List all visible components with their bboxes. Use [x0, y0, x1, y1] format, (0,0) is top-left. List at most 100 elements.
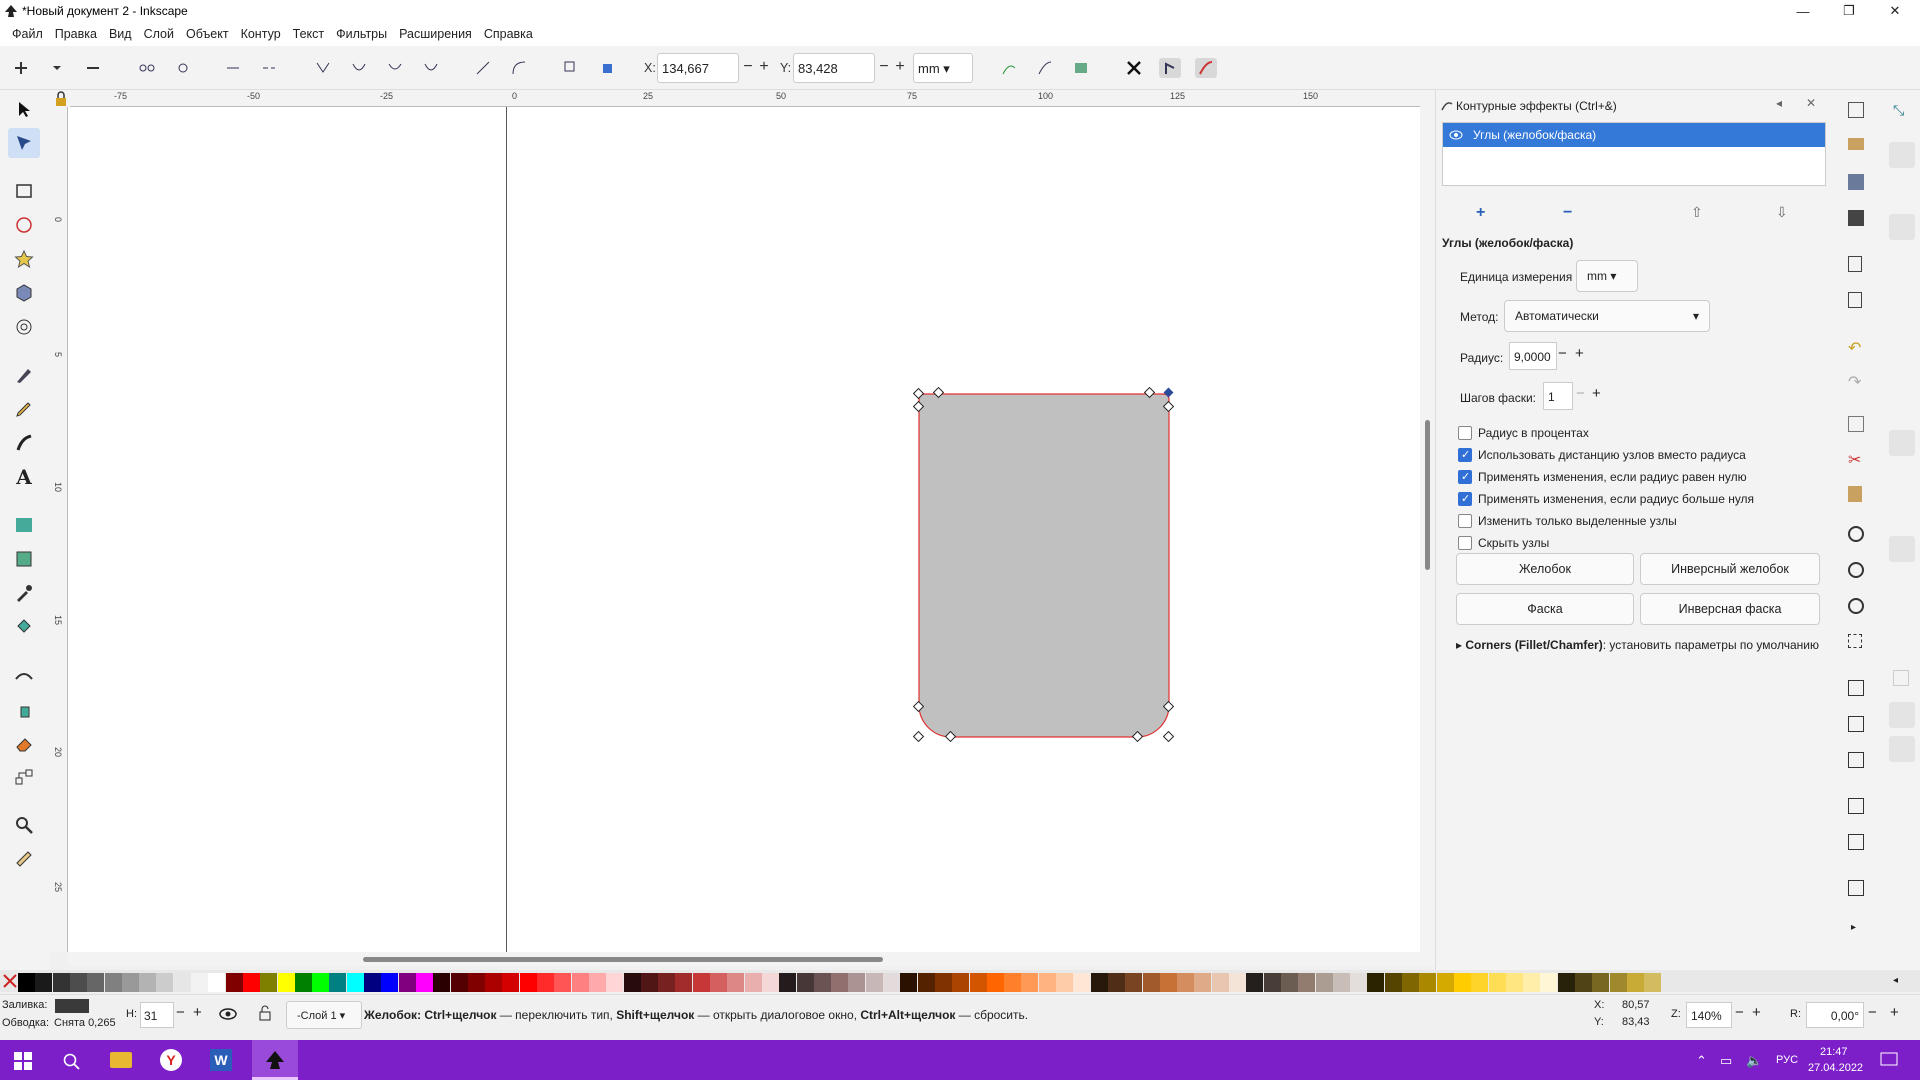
- checkbox-use-knot-distance[interactable]: [1458, 448, 1472, 462]
- effects-list-item[interactable]: Углы (желобок/фаска): [1443, 123, 1825, 147]
- palette-swatch[interactable]: [1540, 973, 1558, 992]
- x-minus-button[interactable]: −: [740, 58, 756, 76]
- palette-swatch[interactable]: [1609, 973, 1627, 992]
- palette-swatch[interactable]: [848, 973, 866, 992]
- fill-swatch[interactable]: [55, 999, 89, 1013]
- palette-swatch[interactable]: [329, 973, 347, 992]
- palette-swatch[interactable]: [18, 973, 35, 992]
- palette-swatch[interactable]: [1125, 973, 1143, 992]
- tweak-tool-icon[interactable]: [8, 660, 40, 690]
- palette-swatch[interactable]: [537, 973, 554, 992]
- palette-swatch[interactable]: [1384, 973, 1402, 992]
- steps-field[interactable]: 1: [1543, 382, 1573, 410]
- palette-swatch[interactable]: [519, 973, 537, 992]
- horizontal-scroll-thumb[interactable]: [363, 957, 883, 962]
- snap-page-icon[interactable]: [1893, 670, 1909, 686]
- palette-swatch[interactable]: [173, 973, 191, 992]
- palette-swatch[interactable]: [139, 973, 157, 992]
- minimize-button[interactable]: —: [1780, 0, 1826, 22]
- chamfer-button[interactable]: Фаска: [1456, 593, 1634, 625]
- opacity-minus-button[interactable]: −: [176, 1004, 185, 1021]
- palette-swatch[interactable]: [1159, 973, 1177, 992]
- zoom-drawing-icon[interactable]: [1848, 562, 1864, 578]
- palette-swatch[interactable]: [969, 973, 987, 992]
- node-auto-icon[interactable]: [420, 58, 442, 78]
- palette-swatch[interactable]: [1038, 973, 1056, 992]
- import-icon[interactable]: [1848, 256, 1862, 272]
- menu-text[interactable]: Текст: [287, 27, 330, 41]
- layer-lock-icon[interactable]: [258, 1004, 272, 1022]
- print-icon[interactable]: [1848, 174, 1864, 190]
- palette-swatch[interactable]: [588, 973, 606, 992]
- menu-object[interactable]: Объект: [180, 27, 235, 41]
- ellipse-tool-icon[interactable]: [8, 210, 40, 240]
- zoom-page-width-icon[interactable]: [1848, 634, 1862, 648]
- palette-swatch[interactable]: [779, 973, 797, 992]
- palette-swatch[interactable]: [1626, 973, 1644, 992]
- rectangle-tool-icon[interactable]: [8, 176, 40, 206]
- palette-swatch[interactable]: [900, 973, 918, 992]
- palette-swatch[interactable]: [485, 973, 503, 992]
- palette-swatch[interactable]: [658, 973, 676, 992]
- menu-help[interactable]: Справка: [478, 27, 539, 41]
- palette-swatch[interactable]: [191, 973, 208, 992]
- pencil-tool-icon[interactable]: [8, 394, 40, 424]
- windows-start-icon[interactable]: [14, 1052, 32, 1070]
- zoom-plus-button[interactable]: +: [1752, 1004, 1761, 1021]
- node-smooth-icon[interactable]: [348, 58, 370, 78]
- group-icon[interactable]: [1848, 798, 1864, 814]
- tray-chevron-icon[interactable]: ⌃: [1696, 1053, 1707, 1069]
- save-icon[interactable]: [1848, 210, 1864, 226]
- palette-swatch[interactable]: [986, 973, 1004, 992]
- connector-tool-icon[interactable]: [8, 762, 40, 792]
- palette-swatch[interactable]: [1056, 973, 1073, 992]
- palette-swatch[interactable]: [121, 973, 139, 992]
- palette-swatch[interactable]: [675, 973, 693, 992]
- show-transform-handles-icon[interactable]: [1123, 58, 1145, 78]
- unlink-clone-icon[interactable]: [1848, 752, 1864, 768]
- drawing-canvas[interactable]: [68, 107, 1420, 952]
- notifications-icon[interactable]: [1880, 1052, 1898, 1068]
- palette-swatch[interactable]: [865, 973, 883, 992]
- move-up-icon[interactable]: ⇧: [1691, 204, 1703, 221]
- method-select[interactable]: Автоматически ▾: [1504, 300, 1710, 332]
- palette-swatch[interactable]: [883, 973, 900, 992]
- zoom-field[interactable]: 140%: [1686, 1002, 1732, 1028]
- make-line-icon[interactable]: [472, 58, 494, 78]
- palette-swatch[interactable]: [1436, 973, 1454, 992]
- rotation-plus-button[interactable]: +: [1890, 1004, 1899, 1021]
- snap-midpoints-icon[interactable]: [1889, 536, 1915, 562]
- network-icon[interactable]: ▭: [1720, 1053, 1732, 1069]
- box3d-tool-icon[interactable]: [8, 278, 40, 308]
- radius-field[interactable]: 9,0000: [1509, 342, 1557, 370]
- y-field[interactable]: 83,428: [793, 53, 875, 83]
- stroke-to-path-icon[interactable]: [596, 58, 618, 78]
- palette-swatch[interactable]: [156, 973, 174, 992]
- palette-swatch[interactable]: [1471, 973, 1489, 992]
- show-handles-icon[interactable]: [1034, 58, 1056, 78]
- palette-swatch[interactable]: [1211, 973, 1229, 992]
- remove-effect-button[interactable]: −: [1563, 204, 1572, 222]
- layer-visibility-icon[interactable]: [218, 1006, 238, 1022]
- cut-icon[interactable]: ✂: [1848, 450, 1861, 470]
- join-segment-icon[interactable]: [222, 58, 244, 78]
- menu-extensions[interactable]: Расширения: [393, 27, 478, 41]
- palette-swatch[interactable]: [813, 973, 831, 992]
- zoom-page-icon[interactable]: [1848, 598, 1864, 614]
- menu-filters[interactable]: Фильтры: [330, 27, 393, 41]
- palette-swatch[interactable]: [450, 973, 468, 992]
- inkscape-taskbar-button[interactable]: [252, 1040, 298, 1080]
- palette-swatch[interactable]: [364, 973, 381, 992]
- palette-swatch[interactable]: [433, 973, 451, 992]
- opacity-plus-button[interactable]: +: [193, 1004, 202, 1021]
- snap-enable-icon[interactable]: ⤡: [1893, 102, 1909, 118]
- palette-swatch[interactable]: [761, 973, 779, 992]
- radius-minus-button[interactable]: −: [1558, 345, 1567, 362]
- palette-swatch[interactable]: [294, 973, 312, 992]
- palette-swatch[interactable]: [1592, 973, 1610, 992]
- paste-icon[interactable]: [1848, 486, 1862, 502]
- palette-swatch[interactable]: [1021, 973, 1039, 992]
- snap-guides-icon[interactable]: [1889, 736, 1915, 762]
- dropper-tool-icon[interactable]: [8, 578, 40, 608]
- copy-icon[interactable]: [1848, 416, 1864, 432]
